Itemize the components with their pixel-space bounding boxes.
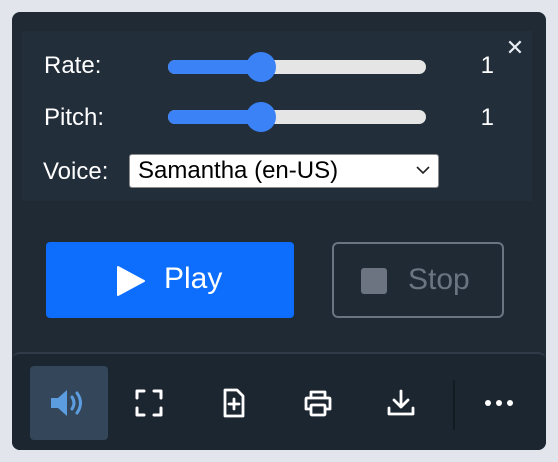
stop-button-label: Stop [408, 263, 470, 296]
print-icon [304, 390, 332, 417]
rate-label: Rate: [44, 52, 102, 79]
speaker-button[interactable] [30, 366, 108, 440]
toolbar [12, 352, 546, 450]
pitch-value: 1 [480, 104, 494, 131]
play-button[interactable]: Play [46, 242, 294, 318]
stop-button[interactable]: Stop [332, 242, 504, 318]
add-document-button[interactable] [195, 366, 273, 440]
download-icon [387, 389, 415, 416]
fullscreen-button[interactable] [110, 366, 188, 440]
print-button[interactable] [279, 366, 357, 440]
stop-icon [361, 268, 387, 294]
close-icon[interactable]: ✕ [503, 36, 527, 60]
chevron-down-icon [416, 166, 430, 175]
pitch-slider-thumb[interactable] [245, 102, 276, 132]
rate-slider-thumb[interactable] [245, 52, 276, 82]
toolbar-divider [453, 380, 455, 430]
tts-window: ✕ Rate: 1 Pitch: 1 Voice: Samantha (en-U… [12, 12, 546, 450]
rate-slider-track [168, 60, 426, 74]
speaker-icon [51, 390, 82, 416]
voice-label: Voice: [43, 158, 109, 185]
play-icon [117, 266, 145, 296]
more-button[interactable] [460, 366, 538, 440]
voice-select-value: Samantha (en-US) [138, 157, 339, 184]
pitch-slider[interactable] [168, 100, 426, 132]
voice-select[interactable]: Samantha (en-US) [129, 154, 439, 188]
fullscreen-icon [135, 389, 163, 417]
add-document-icon [223, 388, 245, 418]
download-button[interactable] [362, 366, 440, 440]
rate-slider[interactable] [168, 50, 426, 82]
rate-value: 1 [480, 52, 494, 79]
play-button-label: Play [164, 262, 223, 295]
more-icon [485, 400, 513, 406]
pitch-label: Pitch: [44, 104, 105, 131]
pitch-slider-track [168, 110, 426, 124]
